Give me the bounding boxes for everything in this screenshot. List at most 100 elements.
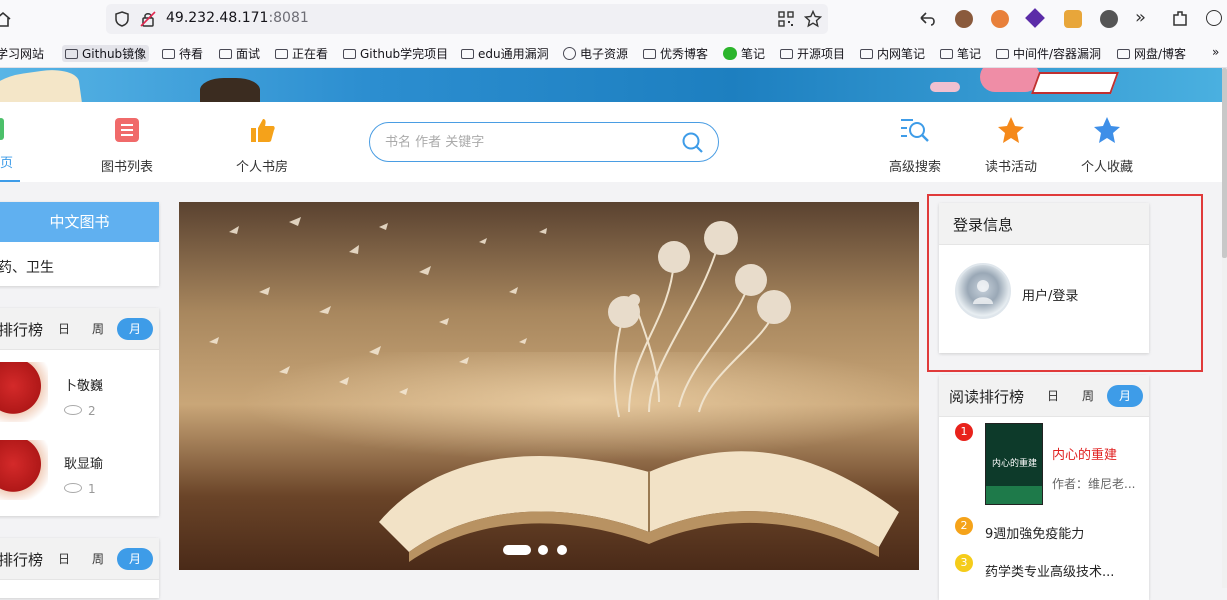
book-author: 作者：维尼老... (1052, 477, 1136, 491)
nav-favorites-label: 个人收藏 (1080, 160, 1133, 175)
tab-week[interactable]: 周 (1070, 385, 1106, 407)
wappalyzer-extension-icon[interactable] (991, 10, 1009, 28)
page-scrollbar[interactable] (1222, 68, 1227, 588)
nav-reading-events[interactable]: 读书活动 (979, 116, 1043, 175)
book-title[interactable]: 药学类专业高级技术... (985, 561, 1114, 580)
bookmark-item[interactable]: 网盘/博客 (1117, 45, 1186, 62)
bookmark-item[interactable]: 优秀博客 (643, 45, 708, 62)
nav-advanced-search-label: 高级搜索 (888, 160, 941, 175)
bug-extension-icon[interactable] (1100, 10, 1118, 28)
rank-badge: 2 (955, 517, 973, 535)
bookmark-item[interactable]: edu通用漏洞 (461, 45, 549, 62)
nav-my-shelf-label: 个人书房 (235, 160, 288, 175)
tab-day[interactable]: 日 (1035, 385, 1071, 407)
book-cover[interactable]: 内心的重建 (985, 423, 1043, 505)
bookmarks-overflow-icon[interactable]: » (1212, 45, 1219, 59)
user-avatar[interactable] (0, 362, 48, 422)
insecure-lock-icon[interactable] (140, 11, 156, 27)
bookmark-item[interactable]: Github学完项目 (343, 45, 448, 62)
user-rank-card: 排行榜 日 周 月 卜敬巍 2 耿显瑜 1 (0, 308, 159, 516)
bookmark-item[interactable]: 开源项目 (780, 45, 845, 62)
folder-icon (162, 49, 175, 59)
category-header: 中文图书 (0, 202, 159, 242)
user-views: 1 (64, 482, 96, 496)
bookmark-item[interactable]: 内网笔记 (860, 45, 925, 62)
nav-home[interactable]: 首页 (0, 116, 20, 182)
bookmark-item[interactable]: 面试 (219, 45, 260, 62)
star-blue-icon (1094, 117, 1120, 143)
reading-rank-header: 阅读排行榜 日 周 月 (939, 375, 1149, 417)
bookmark-item[interactable]: 笔记 (940, 45, 981, 62)
user-name[interactable]: 卜敬巍 (64, 375, 103, 394)
folder-icon (780, 49, 793, 59)
search-input[interactable] (385, 132, 665, 152)
shield-icon[interactable] (114, 11, 130, 27)
rank-badge: 3 (955, 554, 973, 572)
highlight-box (927, 194, 1203, 372)
nav-active-underline (0, 180, 20, 182)
user-name[interactable]: 耿显瑜 (64, 453, 103, 472)
folder-icon (996, 49, 1009, 59)
carousel-dot[interactable] (557, 545, 567, 555)
back-arrow-icon[interactable] (918, 10, 938, 28)
nav-book-list-label: 图书列表 (100, 160, 153, 175)
bookmark-item[interactable]: Github镜像 (62, 45, 150, 62)
search-icon[interactable] (682, 132, 704, 154)
category-item[interactable]: 药、卫生 (0, 257, 54, 277)
nav-my-shelf[interactable]: 个人书房 (230, 116, 294, 175)
url-text: 49.232.48.171:8081 (166, 10, 309, 26)
bookmark-item[interactable]: 笔记 (723, 45, 765, 62)
folder-icon (219, 49, 232, 59)
home-icon[interactable] (0, 10, 12, 28)
reading-rank-card: 阅读排行榜 日 周 月 1 内心的重建 内心的重建 作者：维尼老... 2 9週… (939, 375, 1149, 600)
tab-day[interactable]: 日 (46, 548, 82, 570)
thumbs-up-icon (251, 119, 275, 142)
folder-icon (860, 49, 873, 59)
bookmark-item[interactable]: 学习网站 (0, 45, 44, 62)
user-avatar[interactable] (0, 440, 48, 500)
tab-week[interactable]: 周 (80, 318, 116, 340)
carousel[interactable] (179, 202, 919, 570)
folder-icon (643, 49, 656, 59)
tab-week[interactable]: 周 (80, 548, 116, 570)
tab-month[interactable]: 月 (117, 318, 153, 340)
bookmark-item[interactable]: 正在看 (275, 45, 328, 62)
overflow-chevrons-icon[interactable]: » (1135, 7, 1146, 28)
carousel-dot[interactable] (538, 545, 548, 555)
eye-icon (64, 483, 82, 493)
nav-book-list[interactable]: 图书列表 (95, 116, 159, 175)
extensions-puzzle-icon[interactable] (1172, 10, 1188, 28)
bookmarks-bar: 学习网站 Github镜像 待看 面试 正在看 Github学完项目 edu通用… (0, 38, 1227, 68)
site-navbar: 首页 图书列表 个人书房 高级搜索 读书活动 个人收藏 (0, 102, 1222, 182)
bookmark-item[interactable]: 待看 (162, 45, 203, 62)
wechat-icon (723, 47, 737, 60)
bookmark-star-icon[interactable] (804, 10, 822, 28)
eye-icon (64, 405, 82, 415)
search-box[interactable] (369, 122, 719, 162)
nav-favorites[interactable]: 个人收藏 (1075, 116, 1139, 175)
user-rank-card-2: 排行榜 日 周 月 (0, 538, 159, 598)
book-title[interactable]: 9週加強免疫能力 (985, 523, 1084, 542)
tab-day[interactable]: 日 (46, 318, 82, 340)
nav-advanced-search[interactable]: 高级搜索 (883, 116, 947, 175)
carousel-slide-image (209, 217, 899, 562)
carousel-dot-active[interactable] (503, 545, 531, 555)
hackbar-extension-icon[interactable] (1025, 8, 1045, 28)
bookmark-item[interactable]: 电子资源 (563, 45, 628, 62)
tab-month[interactable]: 月 (1107, 385, 1143, 407)
fox-extension-icon[interactable] (1064, 10, 1082, 28)
nav-reading-events-label: 读书活动 (984, 160, 1037, 175)
cookie-extension-icon[interactable] (955, 10, 973, 28)
bookmark-item[interactable]: 中间件/容器漏洞 (996, 45, 1101, 62)
qr-code-icon[interactable] (778, 11, 794, 27)
user-views: 2 (64, 404, 96, 418)
globe-icon (563, 47, 576, 60)
book-title[interactable]: 内心的重建 (1052, 444, 1117, 463)
account-icon[interactable] (1206, 10, 1222, 26)
tab-month[interactable]: 月 (117, 548, 153, 570)
folder-icon (275, 49, 288, 59)
address-bar[interactable]: 49.232.48.171:8081 (106, 4, 828, 34)
star-orange-icon (998, 117, 1024, 143)
folder-icon (461, 49, 474, 59)
user-rank-title: 排行榜 (0, 551, 44, 569)
